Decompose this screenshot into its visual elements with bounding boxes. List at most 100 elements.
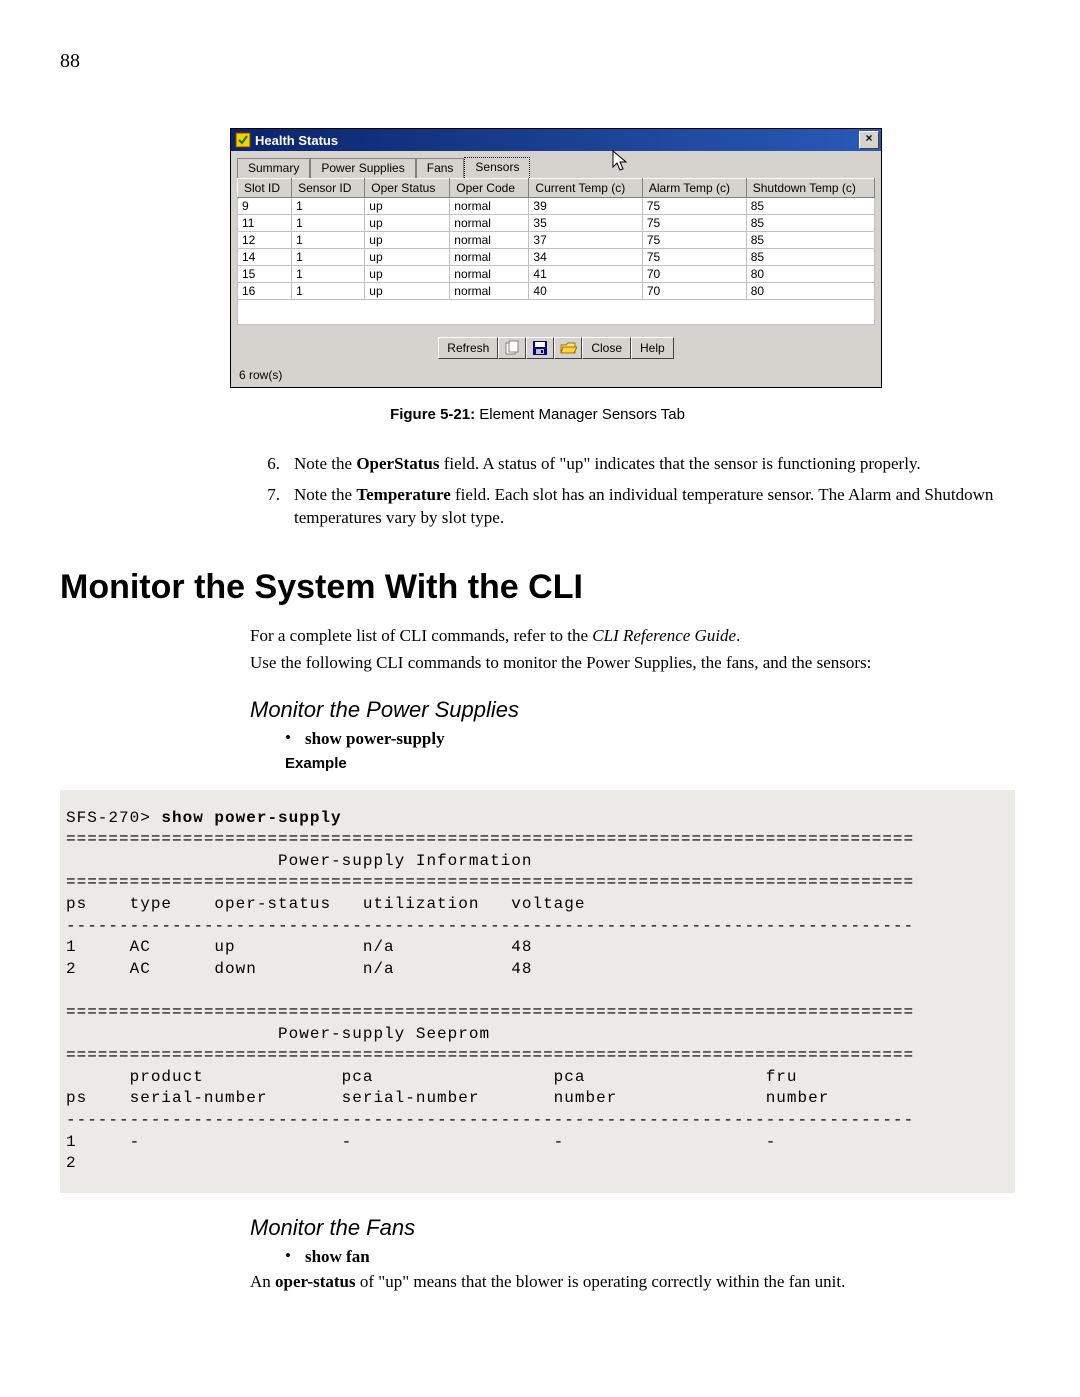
page-number: 88 <box>60 50 1015 73</box>
cell-sensor-id: 1 <box>292 266 365 283</box>
cell-oper-status: up <box>365 215 450 232</box>
tab-strip: Summary Power Supplies Fans Sensors <box>231 151 881 178</box>
cell-current-temp: 35 <box>529 215 642 232</box>
cell-slot-id: 16 <box>238 283 292 300</box>
section-heading: Monitor the System With the CLI <box>60 568 1015 607</box>
cell-alarm-temp: 75 <box>642 198 746 215</box>
text: Note the <box>294 454 356 473</box>
copy-icon[interactable] <box>498 337 526 359</box>
bullet-item: • show fan <box>285 1247 1015 1267</box>
example-label: Example <box>285 755 1015 772</box>
tab-summary[interactable]: Summary <box>237 158 310 178</box>
figure-text: Element Manager Sensors Tab <box>475 406 685 423</box>
cli-output: SFS-270> show power-supply =============… <box>60 790 1015 1193</box>
window-close-button[interactable]: × <box>859 131 879 149</box>
cell-oper-status: up <box>365 283 450 300</box>
table-row[interactable]: 91upnormal397585 <box>238 198 875 215</box>
cell-current-temp: 41 <box>529 266 642 283</box>
text: For a complete list of CLI commands, ref… <box>250 626 592 645</box>
cli-command: show power-supply <box>161 809 341 827</box>
text: An <box>250 1272 275 1291</box>
item-number: 6. <box>260 453 280 476</box>
titlebar: Health Status × <box>231 129 881 151</box>
cell-current-temp: 40 <box>529 283 642 300</box>
table-row[interactable]: 111upnormal357585 <box>238 215 875 232</box>
table-row[interactable]: 151upnormal417080 <box>238 266 875 283</box>
subsection-heading: Monitor the Power Supplies <box>250 697 1015 723</box>
paragraph: For a complete list of CLI commands, ref… <box>250 625 1015 648</box>
text-bold: oper-status <box>275 1272 356 1291</box>
open-icon[interactable] <box>554 337 582 359</box>
cell-alarm-temp: 75 <box>642 249 746 266</box>
bullet-dot-icon: • <box>285 1247 291 1267</box>
col-current-temp[interactable]: Current Temp (c) <box>529 179 642 198</box>
paragraph: Use the following CLI commands to monito… <box>250 652 1015 675</box>
col-shutdown-temp[interactable]: Shutdown Temp (c) <box>746 179 874 198</box>
cli-body: ========================================… <box>66 830 914 1172</box>
cell-oper-code: normal <box>450 232 529 249</box>
status-bar: 6 row(s) <box>231 365 881 387</box>
window-toolbar: Refresh Close Help <box>231 329 881 365</box>
cell-alarm-temp: 70 <box>642 283 746 300</box>
save-icon[interactable] <box>526 337 554 359</box>
sensors-table: Slot ID Sensor ID Oper Status Oper Code … <box>237 178 875 325</box>
text: of "up" means that the blower is operati… <box>356 1272 846 1291</box>
cell-slot-id: 11 <box>238 215 292 232</box>
text-bold: OperStatus <box>356 454 439 473</box>
col-slot-id[interactable]: Slot ID <box>238 179 292 198</box>
cell-oper-status: up <box>365 249 450 266</box>
cell-sensor-id: 1 <box>292 283 365 300</box>
table-row[interactable]: 161upnormal407080 <box>238 283 875 300</box>
item-number: 7. <box>260 484 280 530</box>
cell-alarm-temp: 75 <box>642 232 746 249</box>
col-alarm-temp[interactable]: Alarm Temp (c) <box>642 179 746 198</box>
tab-sensors[interactable]: Sensors <box>464 157 530 178</box>
refresh-button[interactable]: Refresh <box>438 337 498 359</box>
figure-label: Figure 5-21: <box>390 406 475 423</box>
cell-oper-code: normal <box>450 249 529 266</box>
cell-slot-id: 9 <box>238 198 292 215</box>
cell-alarm-temp: 75 <box>642 215 746 232</box>
table-row[interactable]: 141upnormal347585 <box>238 249 875 266</box>
col-oper-status[interactable]: Oper Status <box>365 179 450 198</box>
cell-slot-id: 14 <box>238 249 292 266</box>
subsection-heading: Monitor the Fans <box>250 1215 1015 1241</box>
tab-fans[interactable]: Fans <box>416 158 465 178</box>
cell-current-temp: 34 <box>529 249 642 266</box>
text: Note the <box>294 485 356 504</box>
cell-sensor-id: 1 <box>292 249 365 266</box>
text-italic: CLI Reference Guide <box>592 626 736 645</box>
cursor-icon <box>611 149 631 176</box>
text: field. A status of "up" indicates that t… <box>439 454 920 473</box>
cell-shutdown-temp: 85 <box>746 215 874 232</box>
cell-oper-status: up <box>365 232 450 249</box>
list-item: 6. Note the OperStatus field. A status o… <box>260 453 1015 476</box>
close-button[interactable]: Close <box>582 337 631 359</box>
tab-power-supplies[interactable]: Power Supplies <box>310 158 415 178</box>
cli-prompt: SFS-270> <box>66 809 161 827</box>
instruction-list: 6. Note the OperStatus field. A status o… <box>260 453 1015 530</box>
col-oper-code[interactable]: Oper Code <box>450 179 529 198</box>
text-bold: Temperature <box>356 485 450 504</box>
command-name: show power-supply <box>305 729 445 749</box>
cell-current-temp: 39 <box>529 198 642 215</box>
cell-oper-code: normal <box>450 266 529 283</box>
cell-oper-code: normal <box>450 198 529 215</box>
cell-sensor-id: 1 <box>292 232 365 249</box>
col-sensor-id[interactable]: Sensor ID <box>292 179 365 198</box>
text: . <box>736 626 740 645</box>
cell-shutdown-temp: 80 <box>746 266 874 283</box>
cell-shutdown-temp: 80 <box>746 283 874 300</box>
figure-caption: Figure 5-21: Element Manager Sensors Tab <box>60 406 1015 423</box>
cell-alarm-temp: 70 <box>642 266 746 283</box>
cell-slot-id: 12 <box>238 232 292 249</box>
list-item: 7. Note the Temperature field. Each slot… <box>260 484 1015 530</box>
cell-shutdown-temp: 85 <box>746 198 874 215</box>
bullet-item: • show power-supply <box>285 729 1015 749</box>
command-name: show fan <box>305 1247 370 1267</box>
cell-current-temp: 37 <box>529 232 642 249</box>
window-title: Health Status <box>255 133 859 148</box>
help-button[interactable]: Help <box>631 337 674 359</box>
table-row[interactable]: 121upnormal377585 <box>238 232 875 249</box>
app-icon <box>235 132 251 148</box>
